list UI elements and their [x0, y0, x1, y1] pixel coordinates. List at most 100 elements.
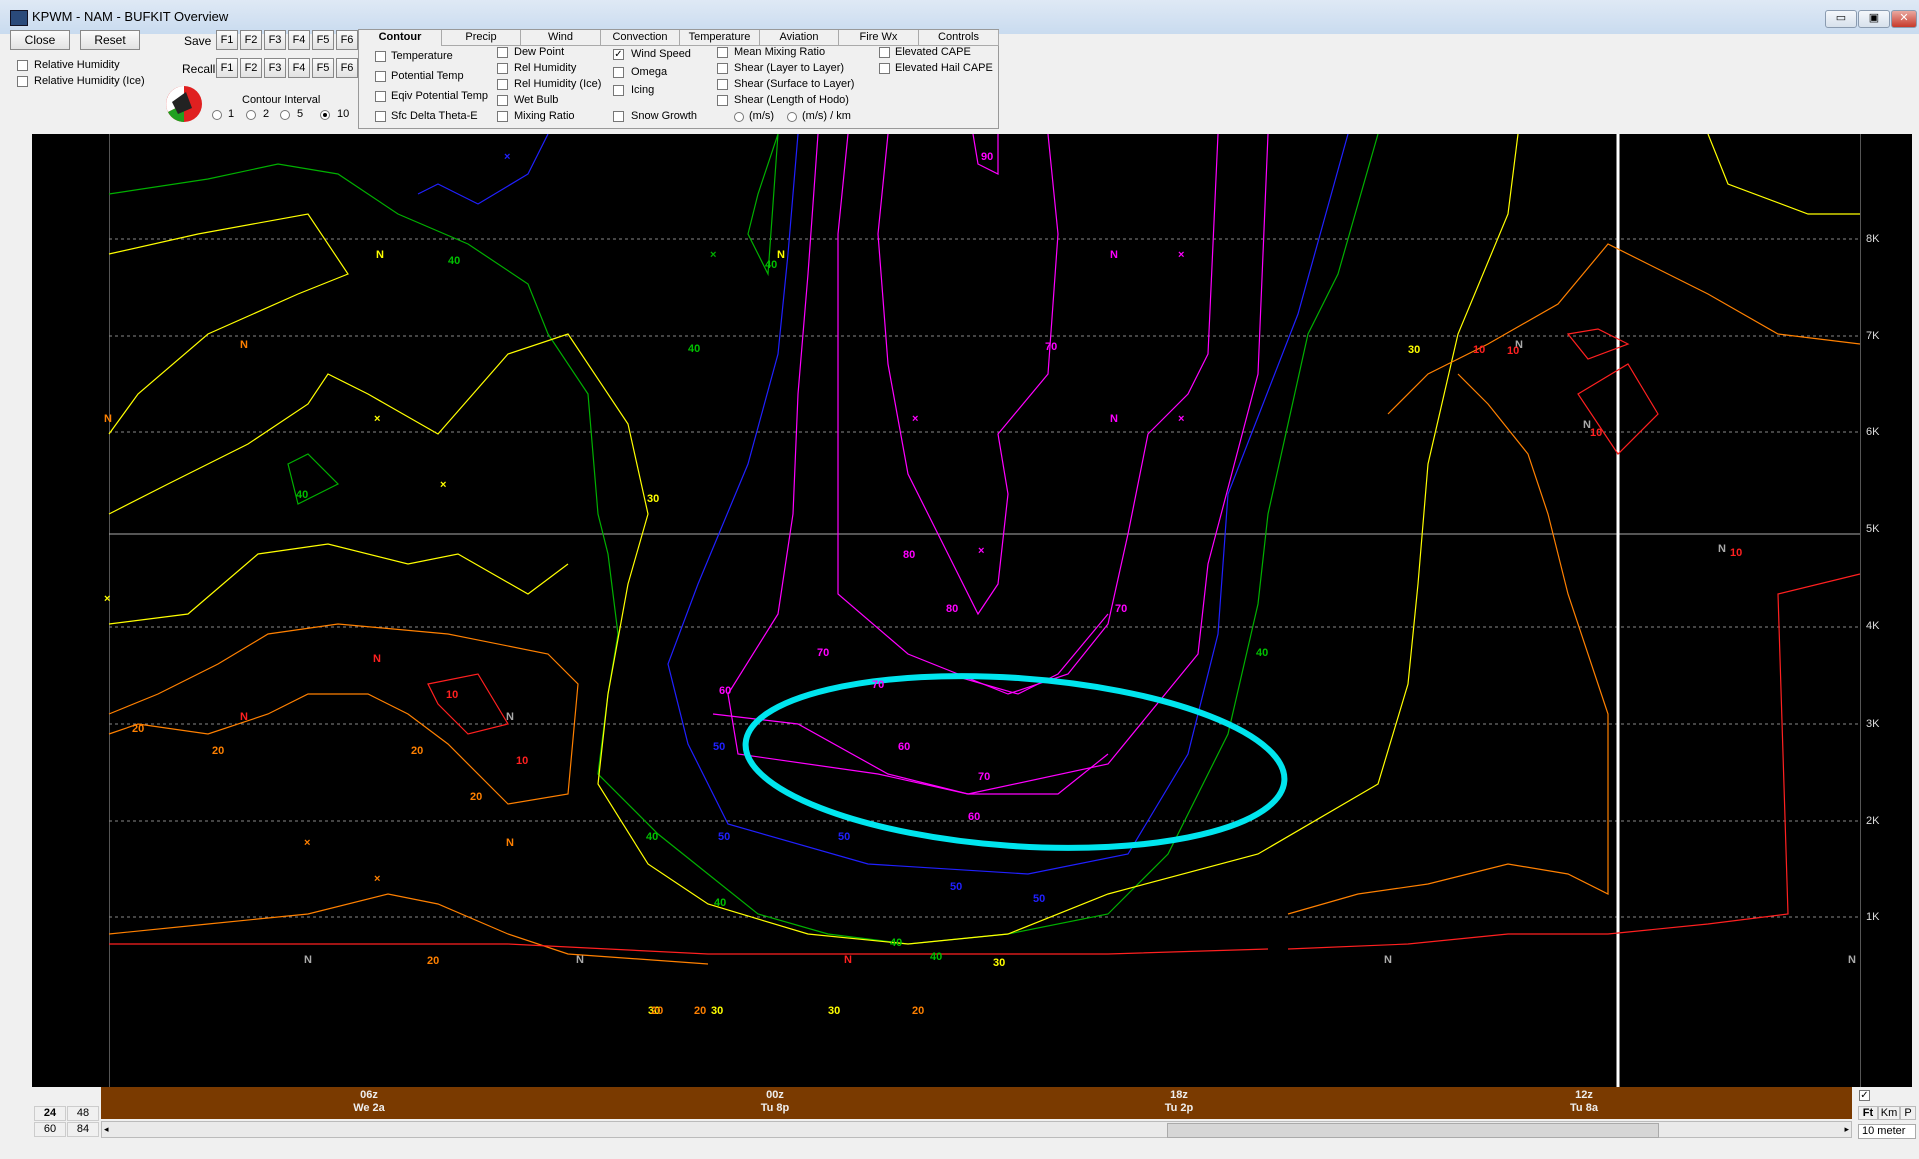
time-height-plot[interactable]: 8K 7K 6K 5K 4K 3K 2K 1K N N N N N N N N … [8, 134, 1912, 1087]
wind-speed-checkbox[interactable]: ✓ [613, 49, 624, 60]
rh-checkbox[interactable] [17, 60, 28, 71]
tab-contour[interactable]: Contour [359, 30, 442, 46]
contour-label-50: 50 [718, 831, 730, 843]
units-ms-radio[interactable] [734, 112, 744, 122]
marker-n: N [777, 249, 785, 261]
shear-hodo-checkbox[interactable] [717, 95, 728, 106]
contour-label-30: 30 [647, 493, 659, 505]
hours-24-button[interactable]: 24 [34, 1106, 66, 1121]
marker-n: N [104, 413, 112, 425]
hours-60-button[interactable]: 60 [34, 1122, 66, 1137]
dew-point-checkbox[interactable] [497, 47, 508, 58]
scroll-thumb[interactable] [1167, 1123, 1659, 1138]
marker-x: × [104, 593, 110, 605]
contour-80 [877, 134, 1059, 616]
tab-convection[interactable]: Convection [601, 30, 680, 46]
rh-ice-label: Relative Humidity (Ice) [34, 75, 145, 87]
contour-label-20: 20 [470, 791, 482, 803]
mixing-ratio-checkbox[interactable] [497, 111, 508, 122]
units-p-button[interactable]: P [1900, 1106, 1916, 1120]
surface-level-select[interactable]: 10 meter [1858, 1124, 1916, 1139]
rel-humidity-checkbox[interactable] [497, 63, 508, 74]
save-f5[interactable]: F5 [312, 30, 334, 50]
temperature-checkbox[interactable] [375, 51, 386, 62]
tab-wind[interactable]: Wind [521, 30, 601, 46]
interval-radio-2[interactable] [246, 110, 256, 120]
rel-humidity-ice-label: Rel Humidity (Ice) [514, 78, 602, 90]
time-scrollbar[interactable]: ◂ ▸ [101, 1121, 1852, 1138]
eqiv-potential-temp-checkbox[interactable] [375, 91, 386, 102]
marker-n: N [304, 954, 312, 966]
units-mskm-radio[interactable] [787, 112, 797, 122]
jet-highlight-ellipse [742, 673, 1288, 851]
contour-label-70: 70 [1045, 341, 1057, 353]
recall-f1[interactable]: F1 [216, 58, 238, 78]
shear-layer-checkbox[interactable] [717, 63, 728, 74]
rh-ice-checkbox[interactable] [17, 76, 28, 87]
contour-10-a [109, 943, 1269, 955]
potential-temp-checkbox[interactable] [375, 71, 386, 82]
scroll-right-arrow-icon[interactable]: ▸ [1844, 1124, 1849, 1135]
rel-humidity-label: Rel Humidity [514, 62, 577, 74]
tab-precip[interactable]: Precip [442, 30, 521, 46]
save-f3[interactable]: F3 [264, 30, 286, 50]
recall-f2[interactable]: F2 [240, 58, 262, 78]
icing-checkbox[interactable] [613, 85, 624, 96]
interval-option-1: 1 [228, 108, 235, 120]
contour-label-60: 60 [898, 741, 910, 753]
shear-hodo-label: Shear (Length of Hodo) [734, 94, 849, 106]
marker-n: N [1384, 954, 1392, 966]
elevated-cape-label: Elevated CAPE [895, 46, 971, 58]
potential-temp-label: Potential Temp [391, 70, 464, 82]
interval-radio-10[interactable] [320, 110, 330, 120]
contour-label-30: 30 [993, 957, 1005, 969]
tab-fire-wx[interactable]: Fire Wx [839, 30, 919, 46]
marker-n: N [1110, 249, 1118, 261]
interval-radio-5[interactable] [280, 110, 290, 120]
interval-option-5: 5 [297, 108, 304, 120]
rel-humidity-ice-checkbox[interactable] [497, 79, 508, 90]
units-km-button[interactable]: Km [1878, 1106, 1900, 1120]
recall-f4[interactable]: F4 [288, 58, 310, 78]
tab-temperature[interactable]: Temperature [680, 30, 760, 46]
close-button[interactable]: Close [10, 30, 70, 50]
sfc-delta-theta-e-checkbox[interactable] [375, 111, 386, 122]
units-ft-button[interactable]: Ft [1858, 1106, 1878, 1120]
window-title: KPWM - NAM - BUFKIT Overview [32, 9, 229, 24]
recall-f6[interactable]: F6 [336, 58, 358, 78]
contour-label-40: 40 [1256, 647, 1268, 659]
reset-button[interactable]: Reset [80, 30, 140, 50]
interval-radio-1[interactable] [212, 110, 222, 120]
marker-n: N [844, 954, 852, 966]
marker-x: × [1178, 413, 1184, 425]
contour-label-20: 20 [651, 1005, 663, 1017]
hours-84-button[interactable]: 84 [67, 1122, 99, 1137]
tab-aviation[interactable]: Aviation [760, 30, 839, 46]
save-f4[interactable]: F4 [288, 30, 310, 50]
shear-surface-checkbox[interactable] [717, 79, 728, 90]
time-axis[interactable]: 06z We 2a 00z Tu 8p 18z Tu 2p 12z Tu 8a [101, 1087, 1852, 1119]
tab-controls[interactable]: Controls [919, 30, 999, 46]
elevated-cape-checkbox[interactable] [879, 47, 890, 58]
mean-mixing-ratio-checkbox[interactable] [717, 47, 728, 58]
minimize-button[interactable]: ▭ [1825, 10, 1857, 28]
save-f6[interactable]: F6 [336, 30, 358, 50]
save-f2[interactable]: F2 [240, 30, 262, 50]
recall-f3[interactable]: F3 [264, 58, 286, 78]
recall-f5[interactable]: F5 [312, 58, 334, 78]
omega-checkbox[interactable] [613, 67, 624, 78]
icing-label: Icing [631, 84, 655, 96]
hours-48-button[interactable]: 48 [67, 1106, 99, 1121]
shear-layer-label: Shear (Layer to Layer) [734, 62, 845, 74]
scroll-left-arrow-icon[interactable]: ◂ [104, 1124, 109, 1135]
maximize-button[interactable]: ▣ [1858, 10, 1890, 28]
contour-label-60: 60 [719, 685, 731, 697]
save-f1[interactable]: F1 [216, 30, 238, 50]
wet-bulb-checkbox[interactable] [497, 95, 508, 106]
close-window-button[interactable]: ✕ [1891, 10, 1917, 28]
toggle-checkbox[interactable]: ✓ [1859, 1090, 1870, 1101]
contour-panel: Contour Precip Wind Convection Temperatu… [358, 29, 999, 129]
sfc-delta-theta-e-label: Sfc Delta Theta-E [391, 110, 478, 122]
elevated-hail-cape-checkbox[interactable] [879, 63, 890, 74]
snow-growth-checkbox[interactable] [613, 111, 624, 122]
